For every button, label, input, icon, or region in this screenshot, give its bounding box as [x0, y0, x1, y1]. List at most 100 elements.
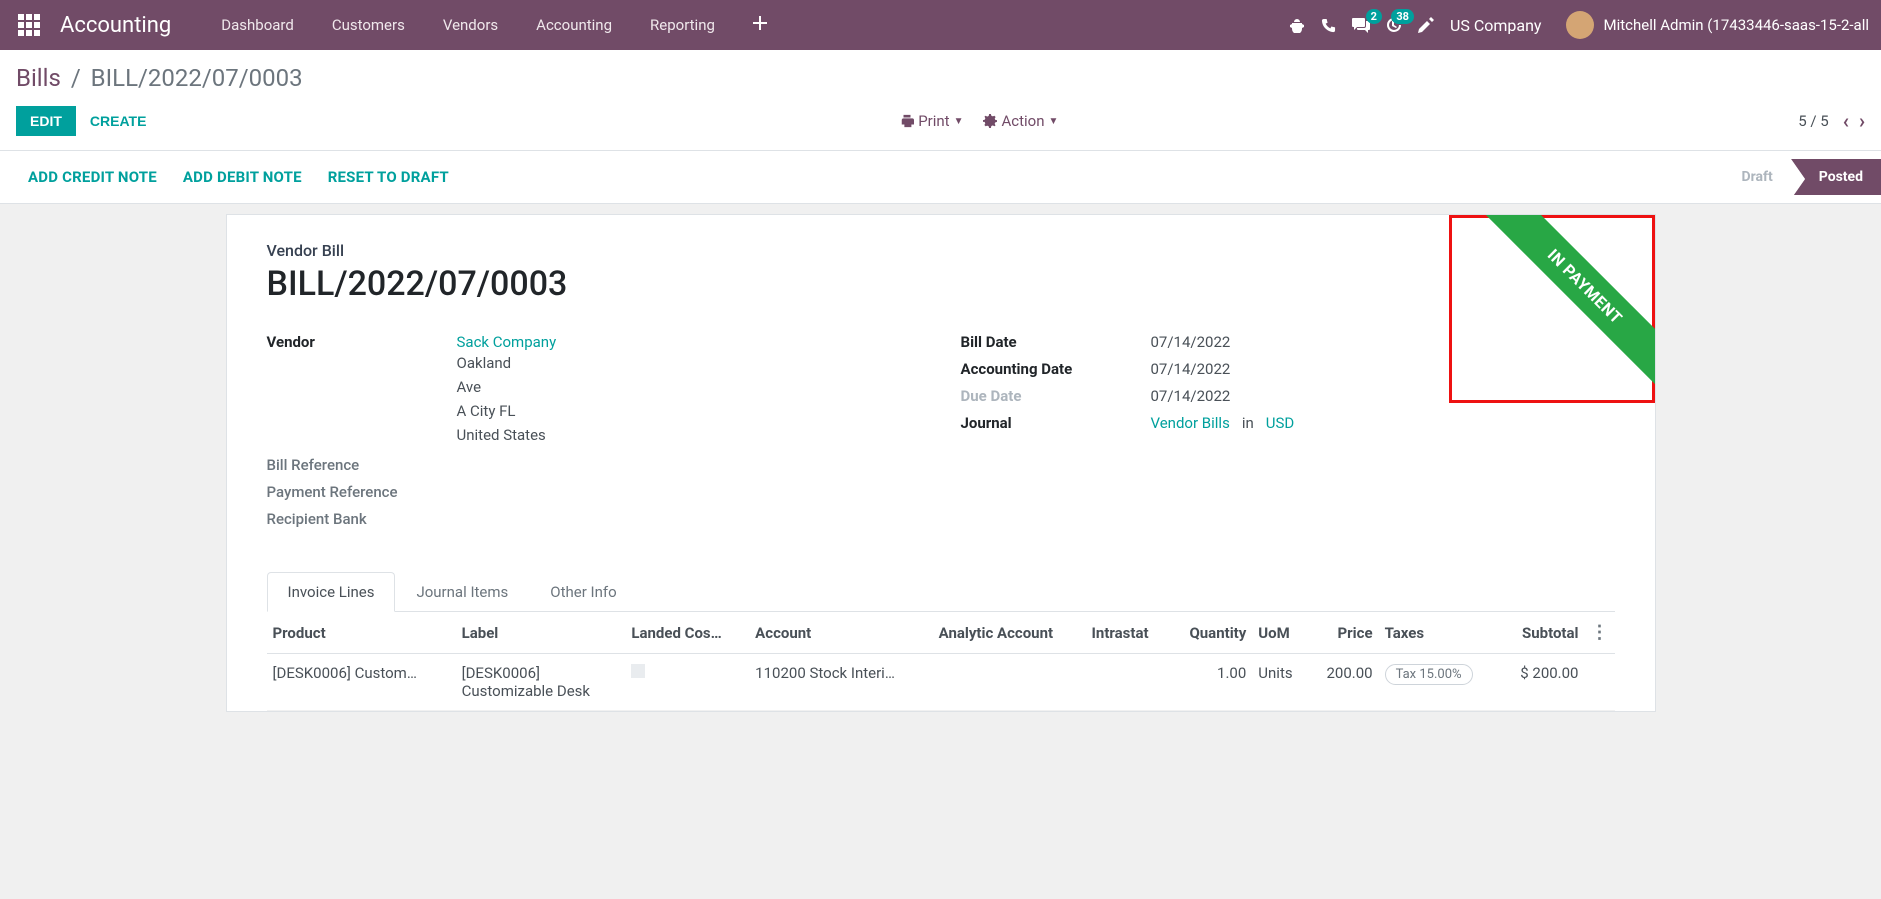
- col-landed[interactable]: Landed Cos…: [625, 612, 749, 654]
- table-row[interactable]: [DESK0006] Custom… [DESK0006] Customizab…: [267, 654, 1615, 711]
- cell-price: 200.00: [1308, 654, 1378, 711]
- journal-link[interactable]: Vendor Bills: [1151, 414, 1230, 432]
- payment-ribbon: IN PAYMENT: [1479, 215, 1655, 392]
- print-button[interactable]: Print ▼: [900, 112, 963, 130]
- breadcrumb-current: BILL/2022/07/0003: [91, 64, 303, 92]
- cell-uom: Units: [1252, 654, 1308, 711]
- user-name: Mitchell Admin (17433446-saas-15-2-all: [1604, 16, 1870, 34]
- bill-date-label: Bill Date: [961, 332, 1151, 351]
- col-analytic[interactable]: Analytic Account: [933, 612, 1086, 654]
- kebab-icon[interactable]: ⋮: [1591, 622, 1609, 643]
- reset-to-draft-button[interactable]: Reset to Draft: [328, 168, 449, 186]
- cell-intrastat: [1086, 654, 1170, 711]
- systray: 2 38 US Company Mitchell Admin (17433446…: [1289, 11, 1869, 39]
- add-debit-note-button[interactable]: Add Debit Note: [183, 168, 302, 186]
- print-label: Print: [918, 112, 949, 130]
- add-credit-note-button[interactable]: Add Credit Note: [28, 168, 157, 186]
- tab-other-info[interactable]: Other Info: [529, 572, 637, 612]
- journal-connector: in: [1242, 414, 1254, 432]
- nav-customers[interactable]: Customers: [314, 10, 423, 40]
- cell-quantity: 1.00: [1169, 654, 1252, 711]
- chevron-down-icon: ▼: [954, 116, 964, 127]
- chevron-down-icon: ▼: [1049, 116, 1059, 127]
- app-brand[interactable]: Accounting: [60, 13, 171, 38]
- cell-subtotal: $ 200.00: [1499, 654, 1584, 711]
- col-intrastat[interactable]: Intrastat: [1086, 612, 1170, 654]
- tab-journal-items[interactable]: Journal Items: [395, 572, 529, 612]
- pager-prev[interactable]: ‹: [1843, 109, 1849, 133]
- activities-icon[interactable]: 38: [1386, 17, 1402, 33]
- vendor-addr1: Oakland: [457, 351, 921, 375]
- tax-pill[interactable]: Tax 15.00%: [1385, 664, 1473, 685]
- cell-taxes: Tax 15.00%: [1379, 654, 1500, 711]
- control-panel: Bills / BILL/2022/07/0003 Edit Create Pr…: [0, 50, 1881, 151]
- journal-currency[interactable]: USD: [1266, 414, 1294, 432]
- document-type: Vendor Bill: [267, 241, 1615, 260]
- gear-icon: [983, 114, 997, 128]
- tab-invoice-lines[interactable]: Invoice Lines: [267, 572, 396, 612]
- messages-badge: 2: [1366, 9, 1382, 24]
- form-tabs: Invoice Lines Journal Items Other Info: [267, 572, 1615, 612]
- col-kebab[interactable]: ⋮: [1585, 612, 1615, 654]
- col-price[interactable]: Price: [1308, 612, 1378, 654]
- vendor-addr3: A City FL: [457, 399, 921, 423]
- invoice-lines-table: Product Label Landed Cos… Account Analyt…: [267, 612, 1615, 711]
- breadcrumb-parent[interactable]: Bills: [16, 64, 61, 92]
- cell-analytic: [933, 654, 1086, 711]
- vendor-addr2: Ave: [457, 375, 921, 399]
- edit-button[interactable]: Edit: [16, 106, 76, 136]
- due-date-label: Due Date: [961, 386, 1151, 405]
- avatar: [1566, 11, 1594, 39]
- payment-reference-label: Payment Reference: [267, 482, 457, 501]
- nav-links: Dashboard Customers Vendors Accounting R…: [203, 10, 1281, 40]
- pager[interactable]: 5 / 5: [1798, 112, 1829, 130]
- action-label: Action: [1001, 112, 1044, 130]
- nav-plus[interactable]: [735, 10, 785, 40]
- debug-icon[interactable]: [1289, 17, 1305, 33]
- pager-next[interactable]: ›: [1859, 109, 1865, 133]
- vendor-link[interactable]: Sack Company: [457, 333, 921, 351]
- breadcrumb-sep: /: [71, 64, 81, 92]
- apps-icon[interactable]: [12, 8, 46, 42]
- company-switcher[interactable]: US Company: [1450, 16, 1542, 35]
- breadcrumb: Bills / BILL/2022/07/0003: [16, 64, 303, 92]
- nav-vendors[interactable]: Vendors: [425, 10, 516, 40]
- left-column: Vendor Sack Company Oakland Ave A City F…: [267, 332, 921, 536]
- nav-dashboard[interactable]: Dashboard: [203, 10, 312, 40]
- col-account[interactable]: Account: [749, 612, 932, 654]
- phone-icon[interactable]: [1321, 18, 1336, 33]
- bill-reference-label: Bill Reference: [267, 455, 457, 474]
- col-subtotal[interactable]: Subtotal: [1499, 612, 1584, 654]
- create-button[interactable]: Create: [76, 106, 161, 136]
- recipient-bank-label: Recipient Bank: [267, 509, 457, 528]
- activities-badge: 38: [1391, 9, 1414, 24]
- ribbon-wrap: IN PAYMENT: [1455, 215, 1655, 395]
- cell-account: 110200 Stock Interi…: [749, 654, 932, 711]
- vendor-addr4: United States: [457, 423, 921, 447]
- document-title: BILL/2022/07/0003: [267, 264, 1615, 304]
- vendor-label: Vendor: [267, 332, 457, 351]
- tools-icon[interactable]: [1418, 17, 1434, 33]
- col-product[interactable]: Product: [267, 612, 456, 654]
- user-menu[interactable]: Mitchell Admin (17433446-saas-15-2-all: [1566, 11, 1870, 39]
- nav-reporting[interactable]: Reporting: [632, 10, 733, 40]
- nav-accounting[interactable]: Accounting: [518, 10, 630, 40]
- cell-landed: [625, 654, 749, 711]
- messages-icon[interactable]: 2: [1352, 17, 1370, 33]
- landed-checkbox[interactable]: [631, 664, 645, 678]
- col-taxes[interactable]: Taxes: [1379, 612, 1500, 654]
- print-icon: [900, 114, 914, 128]
- cell-label: [DESK0006] Customizable Desk: [456, 654, 626, 711]
- col-quantity[interactable]: Quantity: [1169, 612, 1252, 654]
- action-button[interactable]: Action ▼: [983, 112, 1058, 130]
- col-label[interactable]: Label: [456, 612, 626, 654]
- journal-label: Journal: [961, 413, 1151, 432]
- plus-icon: [753, 16, 767, 30]
- form-sheet: IN PAYMENT Vendor Bill BILL/2022/07/0003…: [226, 214, 1656, 712]
- status-bar: Add Credit Note Add Debit Note Reset to …: [0, 151, 1881, 204]
- accounting-date-label: Accounting Date: [961, 359, 1151, 378]
- cell-product: [DESK0006] Custom…: [267, 654, 456, 711]
- status-draft[interactable]: Draft: [1724, 159, 1791, 195]
- col-uom[interactable]: UoM: [1252, 612, 1308, 654]
- main-navbar: Accounting Dashboard Customers Vendors A…: [0, 0, 1881, 50]
